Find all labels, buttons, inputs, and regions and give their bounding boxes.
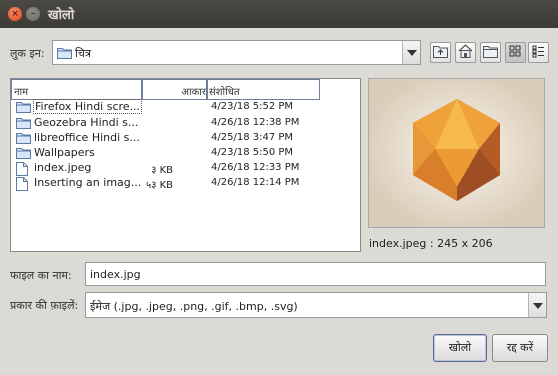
column-header-size[interactable]: आकार (142, 79, 207, 100)
file-modified: 4/23/18 5:50 PM (211, 147, 294, 158)
filename-value: index.jpg (90, 268, 141, 281)
file-row[interactable]: index.jpeg ३ KB 4/26/18 12:33 PM (13, 161, 353, 176)
folder-icon (16, 132, 31, 147)
look-in-combo[interactable]: चित्र (52, 40, 421, 65)
filetype-combo[interactable]: ईमेज (.jpg, .jpeg, .png, .gif, .bmp, .sv… (85, 292, 547, 318)
file-name: Firefox Hindi scre... (33, 99, 143, 114)
column-header-name[interactable]: नाम (11, 79, 142, 100)
list-view-button[interactable] (505, 42, 526, 63)
folder-icon (57, 47, 72, 62)
folder-icon (16, 147, 31, 162)
folder-icon (16, 101, 31, 116)
title-bar: × – खोलो (0, 0, 558, 28)
open-button[interactable]: खोलो (433, 334, 487, 362)
file-row[interactable]: Inserting an imag... ५३ KB 4/26/18 12:14… (13, 176, 353, 191)
new-folder-button[interactable] (480, 42, 501, 63)
details-view-icon (532, 45, 545, 61)
file-modified: 4/26/18 12:38 PM (211, 117, 300, 128)
file-list[interactable]: नाम आकार संशोधित Firefox Hindi scre... 4… (10, 78, 361, 252)
image-preview (368, 78, 545, 228)
chevron-down-icon[interactable] (528, 293, 546, 317)
home-button[interactable] (455, 42, 476, 63)
file-row[interactable]: Wallpapers 4/23/18 5:50 PM (13, 146, 353, 161)
minimize-window-button[interactable]: – (26, 7, 40, 21)
file-name: Inserting an imag... (34, 176, 142, 189)
file-size: ३ KB (151, 165, 173, 176)
details-view-button[interactable] (528, 42, 549, 63)
filename-label: फाइल का नाम: (10, 269, 72, 282)
filetype-label: प्रकार की फ़ाइलें: (10, 299, 79, 312)
file-row[interactable]: Geozebra Hindi s... 4/26/18 12:38 PM (13, 116, 353, 131)
file-name: Geozebra Hindi s... (34, 116, 139, 129)
folder-icon (16, 117, 31, 132)
file-name: libreoffice Hindi s... (34, 131, 140, 144)
file-row[interactable]: libreoffice Hindi s... 4/25/18 3:47 PM (13, 131, 353, 146)
filename-input[interactable]: index.jpg (85, 262, 546, 286)
list-view-icon (509, 45, 522, 61)
file-icon (16, 177, 28, 194)
up-folder-button[interactable] (430, 42, 451, 63)
icosahedron-image (369, 79, 544, 227)
file-size: ५३ KB (146, 180, 173, 191)
cancel-button[interactable]: रद्द करें (492, 334, 548, 362)
column-header-modified[interactable]: संशोधित (207, 79, 320, 100)
file-modified: 4/26/18 12:14 PM (211, 177, 300, 188)
window-title: खोलो (48, 8, 75, 23)
file-name: Wallpapers (34, 146, 95, 159)
file-modified: 4/25/18 3:47 PM (211, 132, 294, 143)
preview-caption: index.jpeg : 245 x 206 (369, 237, 493, 250)
home-icon (458, 44, 473, 61)
look-in-value: चित्र (75, 47, 91, 60)
close-window-button[interactable]: × (8, 7, 22, 21)
file-row[interactable]: Firefox Hindi scre... 4/23/18 5:52 PM (13, 99, 353, 116)
file-name: index.jpeg (34, 161, 92, 174)
file-modified: 4/23/18 5:52 PM (211, 101, 294, 112)
up-folder-icon (433, 45, 448, 61)
filetype-value: ईमेज (.jpg, .jpeg, .png, .gif, .bmp, .sv… (90, 300, 298, 313)
chevron-down-icon[interactable] (402, 41, 420, 64)
new-folder-icon (483, 45, 498, 61)
look-in-label: लुक इन: (10, 47, 45, 60)
file-modified: 4/26/18 12:33 PM (211, 162, 300, 173)
